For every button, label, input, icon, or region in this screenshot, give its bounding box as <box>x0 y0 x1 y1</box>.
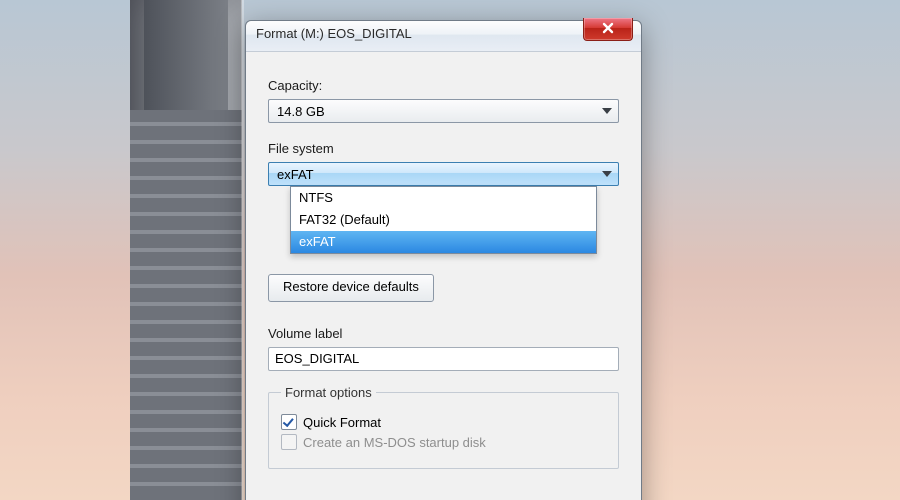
dialog-content: Capacity: 14.8 GB File system exFAT NTFS… <box>246 52 641 469</box>
format-options-legend: Format options <box>281 385 376 400</box>
window-title: Format (M:) EOS_DIGITAL <box>256 26 412 41</box>
chevron-down-icon <box>602 108 612 114</box>
checkbox-icon <box>281 434 297 450</box>
file-system-dropdown: NTFS FAT32 (Default) exFAT <box>290 186 597 254</box>
quick-format-checkbox[interactable]: Quick Format <box>281 414 606 430</box>
background-building <box>130 0 242 500</box>
desktop-background: Format (M:) EOS_DIGITAL Capacity: 14.8 G… <box>0 0 900 500</box>
msdos-checkbox: Create an MS-DOS startup disk <box>281 434 606 450</box>
format-dialog: Format (M:) EOS_DIGITAL Capacity: 14.8 G… <box>245 20 642 500</box>
volume-label-input[interactable]: EOS_DIGITAL <box>268 347 619 371</box>
restore-defaults-button[interactable]: Restore device defaults <box>268 274 434 302</box>
volume-label-label: Volume label <box>268 326 619 341</box>
file-system-combobox[interactable]: exFAT <box>268 162 619 186</box>
capacity-label: Capacity: <box>268 78 619 93</box>
file-system-label: File system <box>268 141 619 156</box>
close-icon <box>602 22 614 37</box>
chevron-down-icon <box>602 171 612 177</box>
file-system-option[interactable]: FAT32 (Default) <box>291 209 596 231</box>
titlebar[interactable]: Format (M:) EOS_DIGITAL <box>246 21 641 52</box>
close-button[interactable] <box>583 18 633 41</box>
file-system-option[interactable]: NTFS <box>291 187 596 209</box>
file-system-option[interactable]: exFAT <box>291 231 596 253</box>
msdos-label: Create an MS-DOS startup disk <box>303 435 486 450</box>
format-options-group: Format options Quick Format Create an MS… <box>268 385 619 469</box>
capacity-combobox[interactable]: 14.8 GB <box>268 99 619 123</box>
checkbox-icon <box>281 414 297 430</box>
quick-format-label: Quick Format <box>303 415 381 430</box>
file-system-value: exFAT <box>277 167 314 182</box>
capacity-value: 14.8 GB <box>277 104 325 119</box>
